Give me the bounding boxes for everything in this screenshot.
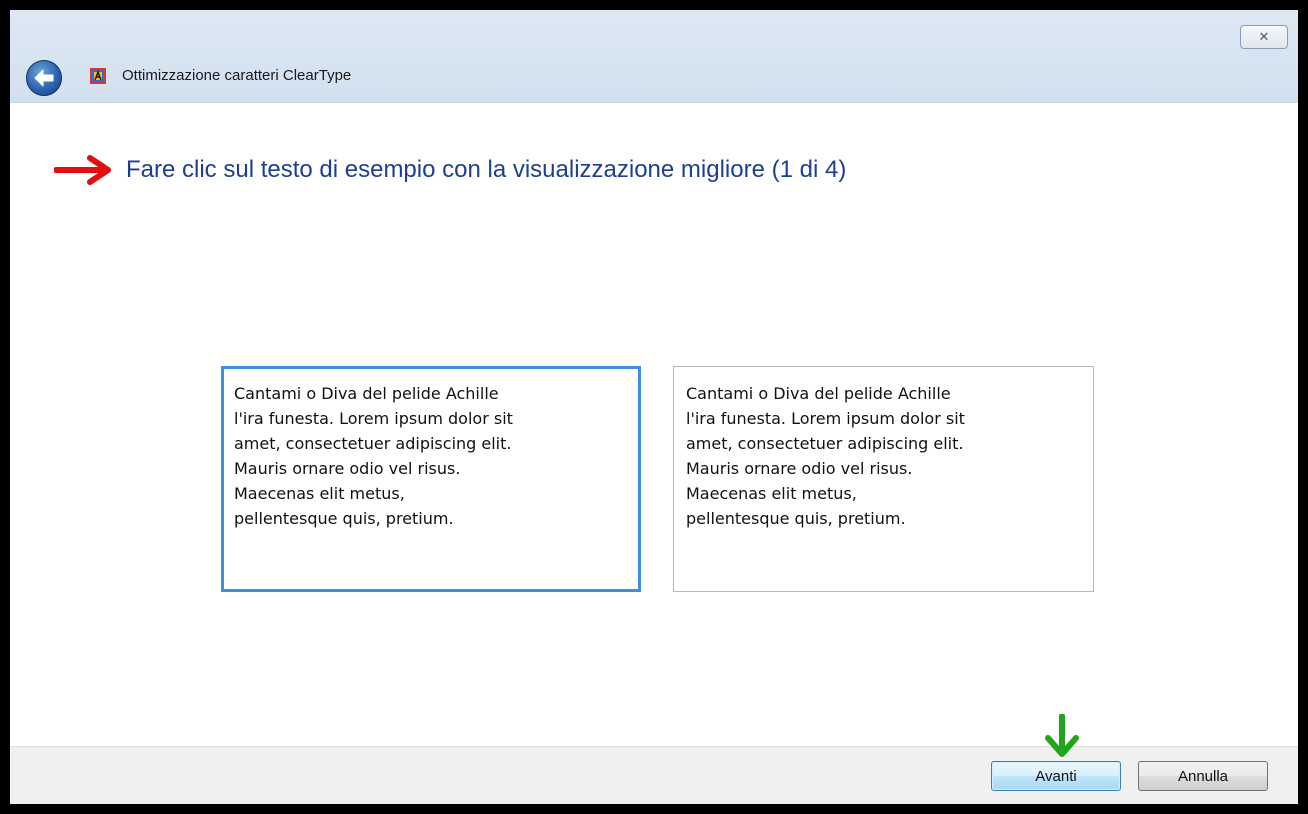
back-arrow-icon — [34, 69, 54, 87]
title-bar: ✕ Ottimizzazione caratteri ClearType — [10, 10, 1298, 103]
sample-text-option-2[interactable]: Cantami o Diva del pelide Achille l'ira … — [673, 366, 1094, 592]
close-icon: ✕ — [1258, 29, 1270, 45]
back-button[interactable] — [26, 60, 62, 96]
green-down-arrow-icon — [1045, 714, 1079, 757]
cancel-button[interactable]: Annulla — [1138, 761, 1268, 791]
window-title: Ottimizzazione caratteri ClearType — [122, 67, 352, 84]
instruction-row: Fare clic sul testo di esempio con la vi… — [54, 150, 846, 190]
cleartype-icon — [90, 68, 106, 84]
next-button[interactable]: Avanti — [991, 761, 1121, 791]
button-bar: Avanti Annulla — [10, 746, 1298, 804]
sample-text-option-1[interactable]: Cantami o Diva del pelide Achille l'ira … — [221, 366, 641, 592]
cleartype-wizard-window: ✕ Ottimizzazione caratteri ClearType Far… — [10, 10, 1298, 804]
close-button[interactable]: ✕ — [1240, 25, 1288, 49]
red-right-arrow-icon — [54, 155, 111, 185]
instruction-heading: Fare clic sul testo di esempio con la vi… — [126, 156, 847, 183]
